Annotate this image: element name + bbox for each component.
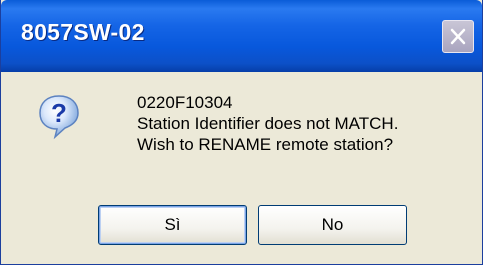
message-text: 0220F10304 Station Identifier does not M…	[137, 92, 398, 155]
message-line: Station Identifier does not MATCH.	[137, 114, 399, 133]
no-button[interactable]: No	[258, 205, 407, 245]
yes-button[interactable]: Sì	[98, 205, 247, 245]
window-title: 8057SW-02	[21, 19, 145, 45]
close-button[interactable]	[442, 20, 474, 53]
message-line: 0220F10304	[137, 93, 233, 112]
svg-text:?: ?	[51, 98, 67, 128]
close-icon	[450, 28, 466, 45]
message-dialog: 8057SW-02 ? 0220F10304 Station Identifie…	[0, 0, 483, 265]
question-icon: ?	[39, 95, 79, 140]
dialog-body: ? 0220F10304 Station Identifier does not…	[1, 72, 482, 264]
title-bar[interactable]: 8057SW-02	[1, 0, 482, 72]
message-line: Wish to RENAME remote station?	[137, 135, 394, 154]
